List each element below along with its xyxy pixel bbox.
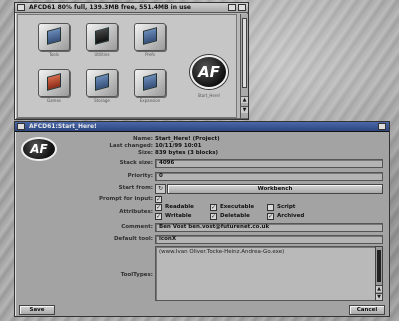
close-gadget-icon[interactable] bbox=[17, 4, 25, 11]
zoom-gadget-icon[interactable] bbox=[228, 4, 236, 11]
icon-caption: Expansion bbox=[139, 98, 161, 103]
expansion-drawer-icon bbox=[143, 73, 157, 91]
close-gadget-icon[interactable] bbox=[17, 123, 25, 130]
information-window[interactable]: AFCD61:Start_Here! AF Name: Start_Here! … bbox=[14, 121, 390, 317]
readable-label: Readable bbox=[165, 204, 194, 210]
readable-checkbox[interactable]: ✓ bbox=[155, 204, 162, 211]
save-button[interactable]: Save bbox=[19, 305, 55, 315]
storage-drawer-icon bbox=[95, 73, 109, 91]
drawer-icon-storage[interactable] bbox=[86, 69, 118, 97]
tool-types-label: ToolTypes: bbox=[120, 272, 153, 278]
archived-checkbox[interactable]: ✓ bbox=[267, 213, 274, 220]
icon-caption: Storage bbox=[94, 98, 110, 103]
icon-caption: Games bbox=[47, 98, 61, 103]
icon-caption: Utilities bbox=[94, 52, 110, 57]
af-logo-icon[interactable]: AF bbox=[190, 55, 228, 89]
scroll-up-arrow-icon[interactable]: ▲ bbox=[376, 285, 382, 292]
stack-size-field[interactable]: 4096 bbox=[155, 159, 383, 168]
tool-type-entry[interactable]: (www.Ivan Oliver.Tocke-Heinz.Andrea-Go.e… bbox=[159, 249, 284, 256]
prompt-for-input-label: Prompt for input: bbox=[98, 196, 153, 202]
af-logo-icon: AF bbox=[21, 137, 57, 161]
icon-caption: Tools bbox=[49, 52, 59, 57]
start-from-label: Start from: bbox=[118, 185, 153, 191]
info-window-title: AFCD61:Start_Here! bbox=[29, 123, 97, 130]
drawer-icon-utilities[interactable] bbox=[86, 23, 118, 51]
cycle-gadget-icon[interactable]: ↻ bbox=[155, 184, 166, 194]
writable-checkbox[interactable]: ✓ bbox=[155, 213, 162, 220]
writable-label: Writable bbox=[165, 213, 192, 219]
cancel-button[interactable]: Cancel bbox=[349, 305, 385, 315]
scroll-knob[interactable] bbox=[377, 250, 381, 282]
prefs-drawer-icon bbox=[143, 27, 157, 45]
drawer-icon-expansion[interactable] bbox=[134, 69, 166, 97]
drawer-icon-tools[interactable] bbox=[38, 23, 70, 51]
size-value: 839 bytes (3 blocks) bbox=[155, 150, 219, 156]
start-from-cycle[interactable]: Workbench bbox=[167, 184, 383, 194]
drawer-window[interactable]: AFCD61 80% full, 139.3MB free, 551.4MB i… bbox=[14, 2, 249, 120]
name-label: Name: bbox=[133, 136, 153, 142]
priority-field[interactable]: 0 bbox=[155, 172, 383, 181]
name-value: Start_Here! (Project) bbox=[155, 136, 220, 142]
default-tool-field[interactable]: iconX bbox=[155, 235, 383, 244]
icon-caption: Prefs bbox=[145, 52, 155, 57]
info-title-bar[interactable]: AFCD61:Start_Here! bbox=[15, 122, 389, 132]
drawer-title-bar[interactable]: AFCD61 80% full, 139.3MB free, 551.4MB i… bbox=[15, 3, 248, 13]
deletable-label: Deletable bbox=[220, 213, 250, 219]
games-drawer-icon bbox=[47, 73, 61, 91]
default-tool-label: Default tool: bbox=[113, 236, 153, 242]
last-changed-label: Last changed: bbox=[109, 143, 153, 149]
scroll-down-arrow-icon[interactable]: ▼ bbox=[241, 106, 248, 113]
drawer-contents: Tools Utilities Prefs Games Storage Expa… bbox=[17, 14, 237, 118]
drawer-vertical-scrollbar[interactable]: ▲ ▼ bbox=[240, 14, 248, 118]
deletable-checkbox[interactable]: ✓ bbox=[210, 213, 217, 220]
stack-size-label: Stack size: bbox=[119, 160, 153, 166]
script-label: Script bbox=[277, 204, 296, 210]
drawer-icon-games[interactable] bbox=[38, 69, 70, 97]
depth-gadget-icon[interactable] bbox=[378, 123, 386, 130]
depth-gadget-icon[interactable] bbox=[238, 4, 246, 11]
tools-drawer-icon bbox=[47, 27, 61, 45]
icon-caption: Start_Here! bbox=[197, 93, 221, 98]
tool-types-scrollbar[interactable]: ▲ ▼ bbox=[375, 246, 383, 301]
comment-label: Comment: bbox=[121, 224, 153, 230]
size-label: Size: bbox=[138, 150, 153, 156]
tool-types-list[interactable]: (www.Ivan Oliver.Tocke-Heinz.Andrea-Go.e… bbox=[155, 246, 379, 301]
archived-label: Archived bbox=[277, 213, 305, 219]
drawer-title: AFCD61 80% full, 139.3MB free, 551.4MB i… bbox=[29, 4, 192, 11]
script-checkbox[interactable] bbox=[267, 204, 274, 211]
last-changed-value: 10/11/99 10:01 bbox=[155, 143, 202, 149]
utilities-drawer-icon bbox=[95, 27, 109, 45]
comment-field[interactable]: Ben Vost ben.vost@futurenet.co.uk bbox=[155, 223, 383, 232]
drawer-icon-prefs[interactable] bbox=[134, 23, 166, 51]
prompt-for-input-checkbox[interactable]: ✓ bbox=[155, 196, 162, 203]
scroll-knob[interactable] bbox=[242, 18, 247, 88]
attributes-label: Attributes: bbox=[119, 209, 153, 215]
priority-label: Priority: bbox=[127, 173, 153, 179]
executable-label: Executable bbox=[220, 204, 255, 210]
scroll-down-arrow-icon[interactable]: ▼ bbox=[376, 293, 382, 300]
executable-checkbox[interactable]: ✓ bbox=[210, 204, 217, 211]
scroll-up-arrow-icon[interactable]: ▲ bbox=[241, 96, 248, 103]
